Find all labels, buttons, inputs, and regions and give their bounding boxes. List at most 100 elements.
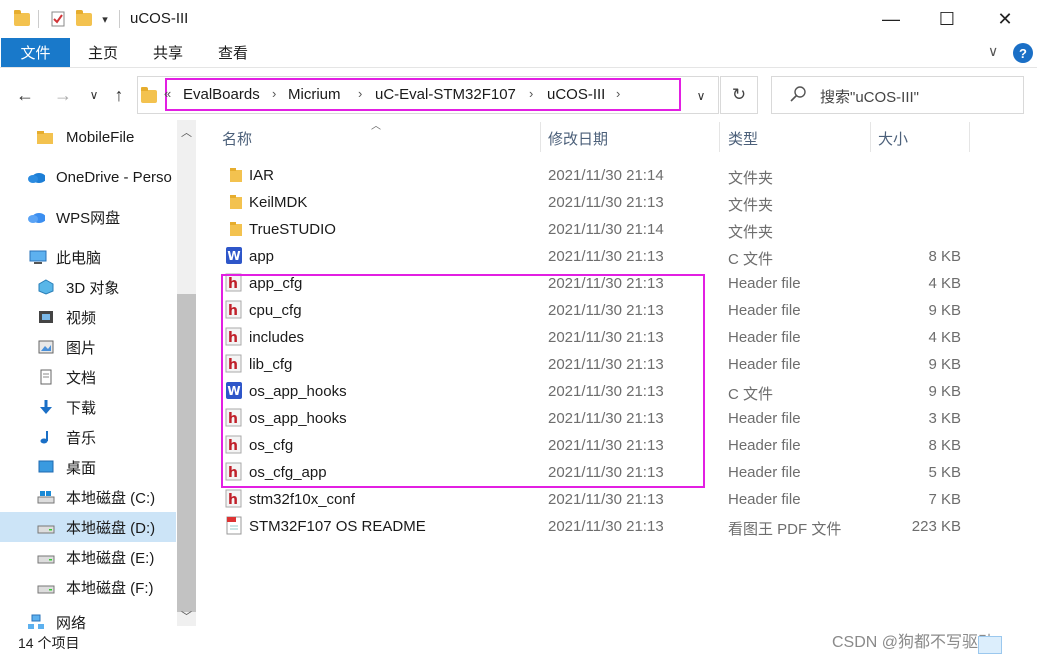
sidebar-item-label: OneDrive - Perso [56, 168, 172, 186]
sidebar-item[interactable]: WPS网盘 [0, 202, 176, 232]
column-divider[interactable] [719, 122, 720, 152]
column-header-size[interactable]: 大小 [878, 128, 908, 149]
minimize-button[interactable]: — [862, 0, 920, 38]
breadcrumb-evalboards[interactable]: EvalBoards [183, 86, 260, 103]
refresh-button[interactable]: ↻ [720, 76, 758, 114]
maximize-button[interactable]: ☐ [918, 0, 976, 38]
sidebar-item[interactable]: 3D 对象 [0, 272, 176, 302]
back-button[interactable]: ← [12, 83, 38, 107]
tab-home[interactable]: 主页 [80, 38, 126, 67]
file-size: 8 KB [928, 437, 961, 454]
recent-locations-button[interactable]: ∨ [84, 83, 104, 107]
sidebar-item[interactable]: 视频 [0, 302, 176, 332]
sidebar-item[interactable]: OneDrive - Perso [0, 162, 176, 192]
file-type: Header file [728, 437, 801, 454]
tab-file[interactable]: 文件 [1, 38, 70, 67]
file-row[interactable]: KeilMDK 2021/11/30 21:13 文件夹 [222, 189, 970, 216]
sidebar-item[interactable]: 音乐 [0, 422, 176, 452]
file-type: Header file [728, 491, 801, 508]
sidebar-item[interactable]: 文档 [0, 362, 176, 392]
music-icon [37, 429, 55, 445]
documents-icon [37, 369, 55, 385]
file-row[interactable]: STM32F107 OS README 2021/11/30 21:13 看图王 P… [222, 513, 970, 540]
sidebar-item-label: 视频 [66, 309, 97, 327]
sidebar-item[interactable]: 桌面 [0, 452, 176, 482]
file-size: 9 KB [928, 383, 961, 400]
sidebar-item-label: 3D 对象 [66, 279, 120, 297]
ribbon-collapse-icon[interactable]: ∨ [988, 43, 998, 60]
file-row[interactable]: h stm32f10x_conf 2021/11/30 21:13 Header fi… [222, 486, 970, 513]
sidebar-item[interactable]: 本地磁盘 (E:) [0, 542, 176, 572]
sidebar-item-label: MobileFile [66, 128, 135, 146]
breadcrumb-micrium[interactable]: Micrium [288, 86, 341, 103]
sidebar-item[interactable]: 此电脑 [0, 242, 176, 272]
properties-icon[interactable] [48, 9, 68, 29]
svg-text:W: W [227, 249, 240, 263]
video-icon [37, 309, 55, 325]
column-header-type[interactable]: 类型 [728, 128, 758, 149]
address-dropdown-icon[interactable]: ∨ [690, 84, 712, 108]
sidebar-item[interactable]: MobileFile [0, 122, 176, 152]
breadcrumb-separator[interactable]: › [529, 86, 533, 101]
file-size: 7 KB [928, 491, 961, 508]
file-date: 2021/11/30 21:14 [548, 167, 664, 184]
qat-dropdown-icon[interactable]: ▾ [98, 9, 112, 29]
breadcrumb-separator[interactable]: › [272, 86, 276, 101]
breadcrumb-separator[interactable]: › [358, 86, 362, 101]
tab-share[interactable]: 共享 [145, 38, 191, 67]
scroll-down-icon[interactable]: ﹀ [177, 606, 196, 626]
file-size: 9 KB [928, 302, 961, 319]
file-row[interactable]: TrueSTUDIO 2021/11/30 21:14 文件夹 [222, 216, 970, 243]
sidebar-item-label: 本地磁盘 (C:) [66, 489, 156, 507]
file-type: 文件夹 [728, 224, 774, 241]
column-divider[interactable] [969, 122, 970, 152]
column-header-name[interactable]: 名称 [222, 128, 252, 149]
sidebar-item-label: 网络 [56, 614, 87, 632]
tab-view[interactable]: 查看 [210, 38, 256, 67]
sidebar-item[interactable]: 图片 [0, 332, 176, 362]
details-view-button[interactable] [978, 636, 1002, 654]
search-icon [790, 86, 806, 102]
file-row[interactable]: IAR 2021/11/30 21:14 文件夹 [222, 162, 970, 189]
pictures-icon [37, 339, 55, 355]
sidebar-item-label: 桌面 [66, 459, 97, 477]
file-row[interactable]: Wapp 2021/11/30 21:13 C 文件 8 KB [222, 243, 970, 270]
up-button[interactable]: ↑ [108, 83, 130, 107]
sidebar-item-label: 图片 [66, 339, 97, 357]
breadcrumb-ucos-iii[interactable]: uCOS-III [547, 86, 605, 103]
help-icon[interactable]: ? [1013, 43, 1033, 63]
close-button[interactable]: ✕ [976, 0, 1034, 38]
sidebar-item-label: 本地磁盘 (D:) [66, 519, 156, 537]
sidebar-item[interactable]: 本地磁盘 (F:) [0, 572, 176, 602]
wps-cloud-icon [27, 209, 45, 225]
pdf-file-icon [225, 516, 243, 535]
scroll-up-icon[interactable]: ︿ [177, 122, 196, 142]
column-divider[interactable] [540, 122, 541, 152]
breadcrumb-overflow[interactable]: « [164, 86, 171, 101]
new-folder-icon[interactable] [74, 9, 94, 29]
file-date: 2021/11/30 21:14 [548, 221, 664, 238]
breadcrumb-uc-eval[interactable]: uC-Eval-STM32F107 [375, 86, 516, 103]
status-item-count: 14 个项目 [18, 635, 80, 651]
this-pc-icon [29, 249, 47, 265]
breadcrumb-separator[interactable]: › [616, 86, 620, 101]
ribbon-tabs: 文件 主页 共享 查看 ∨ ? [0, 38, 1037, 68]
folder-icon [12, 9, 32, 29]
sidebar-scrollbar-thumb[interactable] [177, 294, 196, 612]
file-size: 8 KB [928, 248, 961, 265]
column-divider[interactable] [870, 122, 871, 152]
svg-text:h: h [228, 492, 238, 508]
file-name: STM32F107 OS README [249, 518, 426, 535]
file-size: 4 KB [928, 275, 961, 292]
sidebar-item[interactable]: 本地磁盘 (C:) [0, 482, 176, 512]
file-type: 文件夹 [728, 170, 774, 187]
forward-button[interactable]: → [50, 83, 76, 107]
column-header-date[interactable]: 修改日期 [548, 128, 608, 149]
file-type: 文件夹 [728, 197, 774, 214]
sidebar-item[interactable]: 本地磁盘 (D:) [0, 512, 176, 542]
divider [38, 10, 39, 28]
file-date: 2021/11/30 21:13 [548, 248, 664, 265]
file-name: app [249, 248, 275, 265]
sidebar-item[interactable]: 下载 [0, 392, 176, 422]
file-type: Header file [728, 329, 801, 346]
